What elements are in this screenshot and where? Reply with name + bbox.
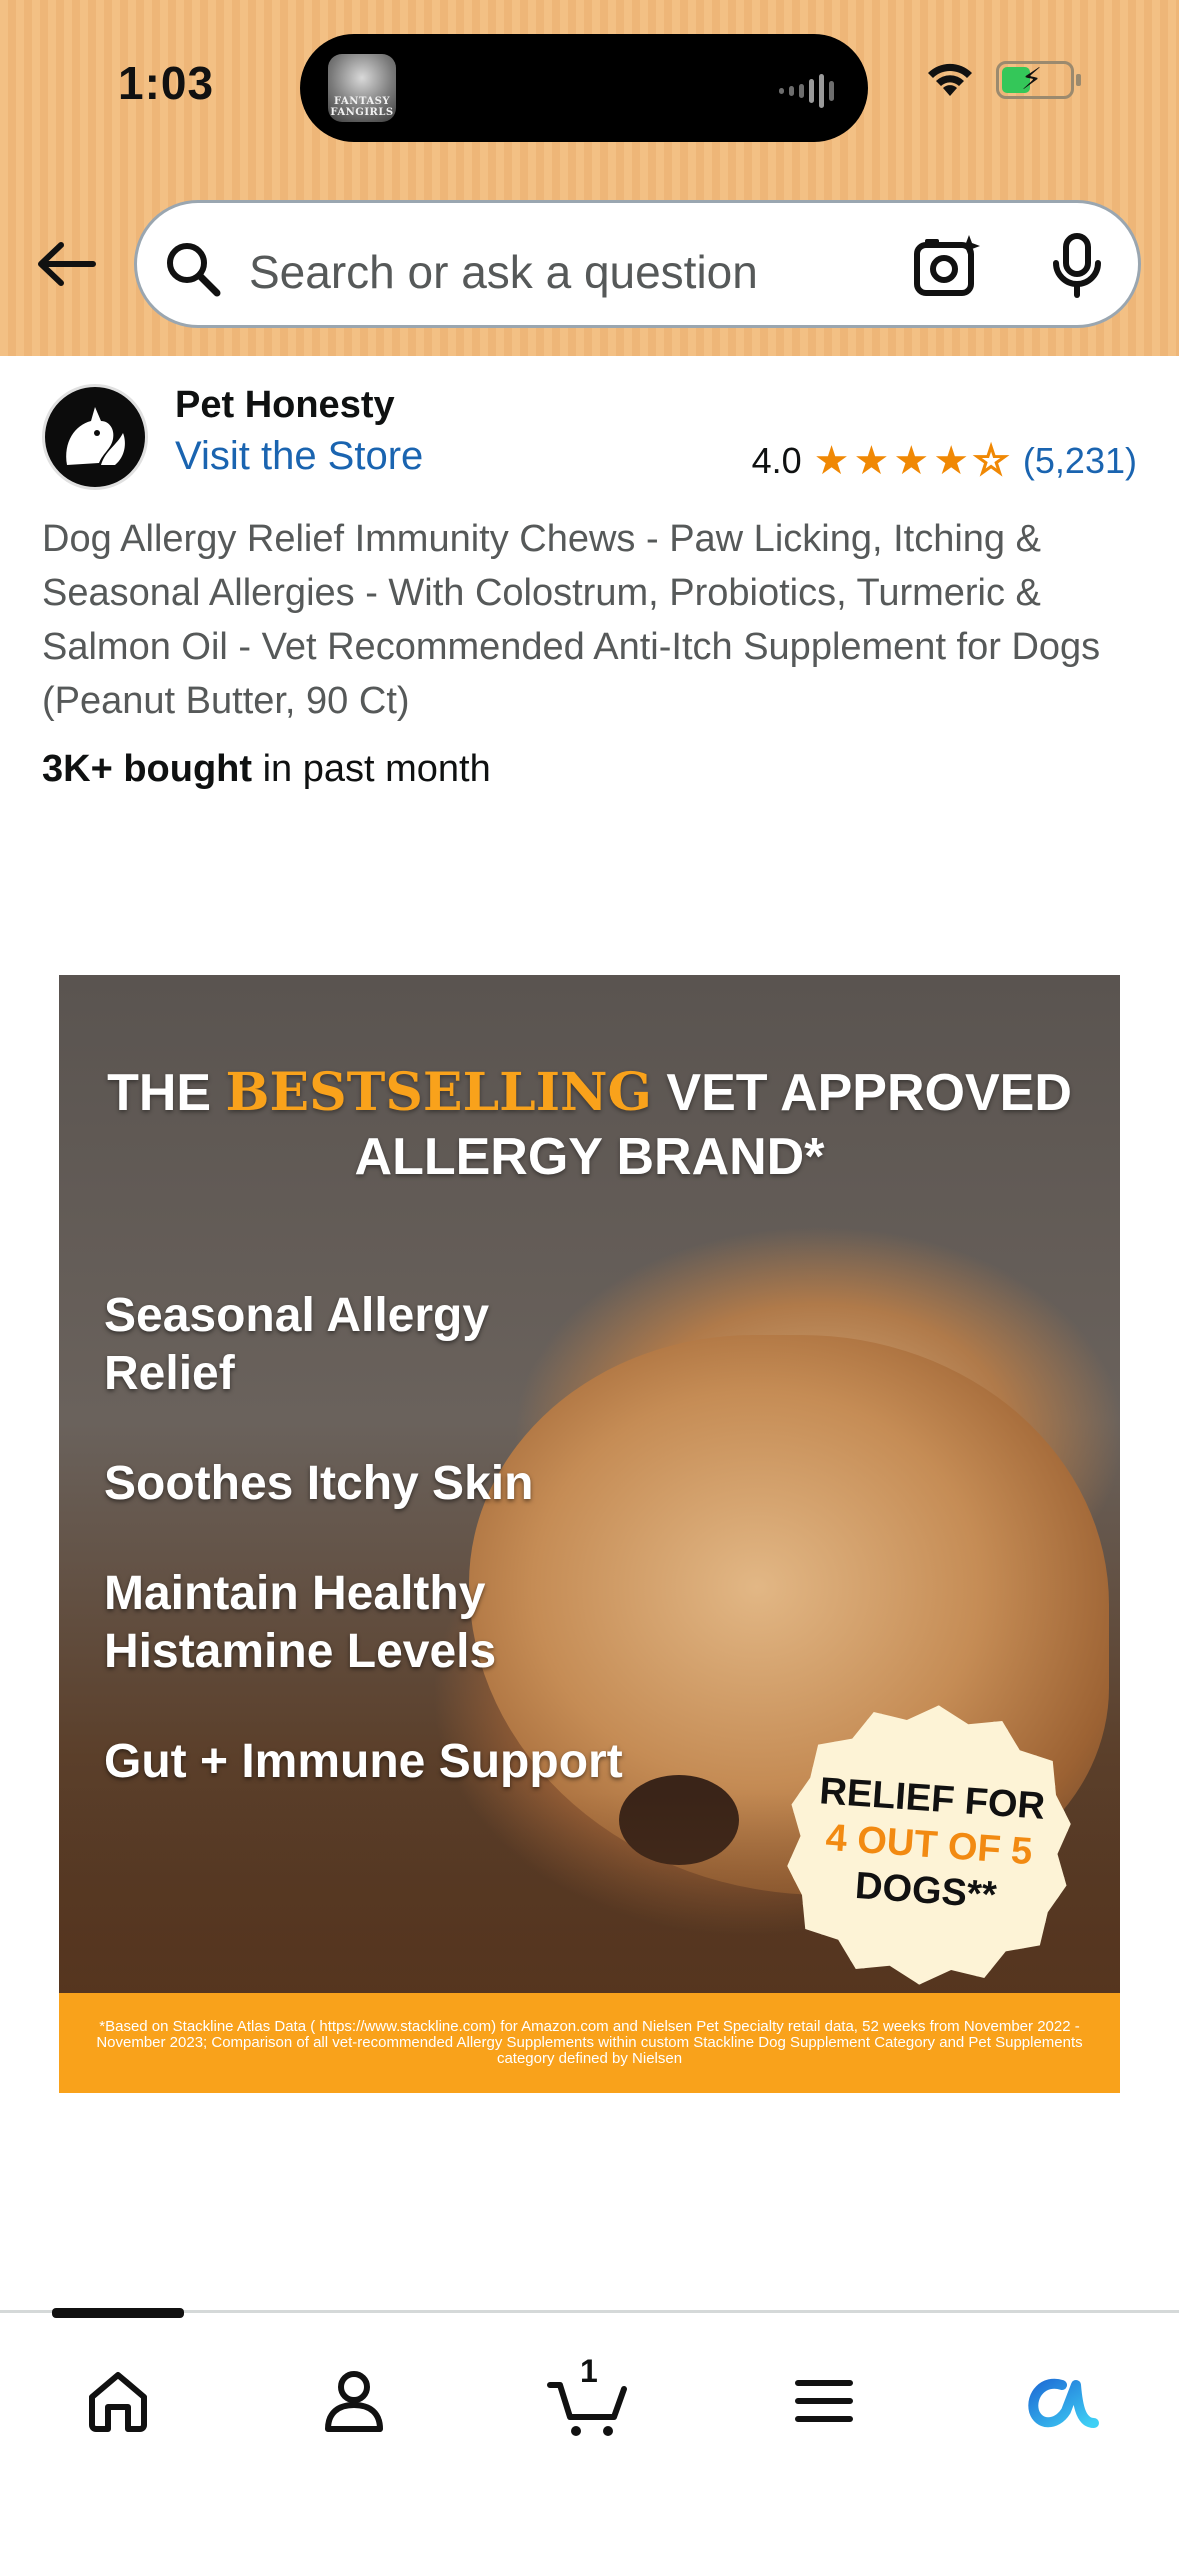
mic-icon[interactable] bbox=[1049, 233, 1105, 299]
badge-line3: DOGS** bbox=[853, 1865, 998, 1917]
camera-icon[interactable] bbox=[913, 233, 983, 299]
back-arrow-icon bbox=[38, 242, 96, 286]
product-image[interactable]: THE BESTSELLING VET APPROVED ALLERGY BRA… bbox=[59, 975, 1120, 2093]
disclaimer: *Based on Stackline Atlas Data ( https:/… bbox=[59, 1993, 1120, 2093]
visit-store-link[interactable]: Visit the Store bbox=[175, 434, 423, 479]
benefit-item: Maintain Healthy Histamine Levels bbox=[104, 1567, 497, 1678]
wifi-icon bbox=[928, 63, 972, 96]
battery-icon: ⚡ bbox=[996, 61, 1081, 99]
image-headline: THE BESTSELLING VET APPROVED ALLERGY BRA… bbox=[59, 1061, 1120, 1189]
nav-rufus[interactable] bbox=[1014, 2353, 1110, 2449]
bought-count: 3K+ bought bbox=[42, 748, 253, 790]
bought-info: 3K+ bought in past month bbox=[42, 748, 491, 791]
star-icon: ★ bbox=[853, 439, 890, 483]
search-input[interactable]: Search or ask a question bbox=[134, 200, 1141, 328]
nav-menu[interactable] bbox=[776, 2353, 872, 2449]
benefit-item: Seasonal Allergy Relief bbox=[104, 1289, 490, 1400]
nav-account[interactable] bbox=[306, 2353, 402, 2449]
brand-logo[interactable] bbox=[42, 384, 148, 490]
header: 1:03 FANTASY FANGIRLS ⚡ Search or ask a … bbox=[0, 0, 1179, 356]
product-title: Dog Allergy Relief Immunity Chews - Paw … bbox=[42, 518, 1101, 722]
rating-value: 4.0 bbox=[751, 440, 802, 481]
benefit-item: Soothes Itchy Skin bbox=[104, 1457, 534, 1510]
headline-pre: THE bbox=[107, 1064, 226, 1122]
island-app-icon: FANTASY FANGIRLS bbox=[328, 54, 396, 122]
bought-period: in past month bbox=[252, 748, 491, 790]
brand-logo-icon bbox=[66, 407, 125, 465]
rating-row[interactable]: 4.0 ★ ★ ★ ★ ☆ (5,231) bbox=[752, 440, 1137, 482]
audio-wave-icon bbox=[779, 74, 834, 108]
search-icon bbox=[167, 243, 221, 297]
star-icon: ★ bbox=[893, 439, 930, 483]
cart-count: 1 bbox=[580, 2353, 598, 2389]
star-empty-icon: ☆ bbox=[972, 439, 1010, 483]
benefit-list: Seasonal Allergy Relief Soothes Itchy Sk… bbox=[104, 1287, 624, 1843]
rufus-ai-icon bbox=[1028, 2378, 1099, 2428]
nav-cart[interactable]: 1 bbox=[540, 2353, 636, 2449]
headline-highlight: BESTSELLING bbox=[225, 1062, 652, 1123]
status-icons: ⚡ bbox=[924, 60, 1081, 100]
brand-name: Pet Honesty bbox=[175, 384, 395, 426]
bottom-nav: 1 bbox=[0, 2310, 1179, 2556]
star-icon: ★ bbox=[813, 439, 850, 483]
menu-icon bbox=[795, 2380, 853, 2422]
status-time: 1:03 bbox=[118, 57, 215, 109]
active-tab-indicator bbox=[52, 2308, 184, 2318]
nav-home[interactable] bbox=[70, 2353, 166, 2449]
rating-count-link[interactable]: (5,231) bbox=[1023, 440, 1137, 482]
star-icon: ★ bbox=[933, 439, 970, 483]
search-placeholder: Search or ask a question bbox=[249, 246, 758, 298]
dynamic-island: FANTASY FANGIRLS bbox=[300, 34, 868, 142]
account-icon bbox=[325, 2371, 383, 2432]
star-rating: ★ ★ ★ ★ ☆ bbox=[813, 439, 1010, 483]
home-icon bbox=[89, 2372, 147, 2432]
benefit-item: Gut + Immune Support bbox=[104, 1735, 623, 1788]
back-button[interactable] bbox=[30, 228, 102, 300]
